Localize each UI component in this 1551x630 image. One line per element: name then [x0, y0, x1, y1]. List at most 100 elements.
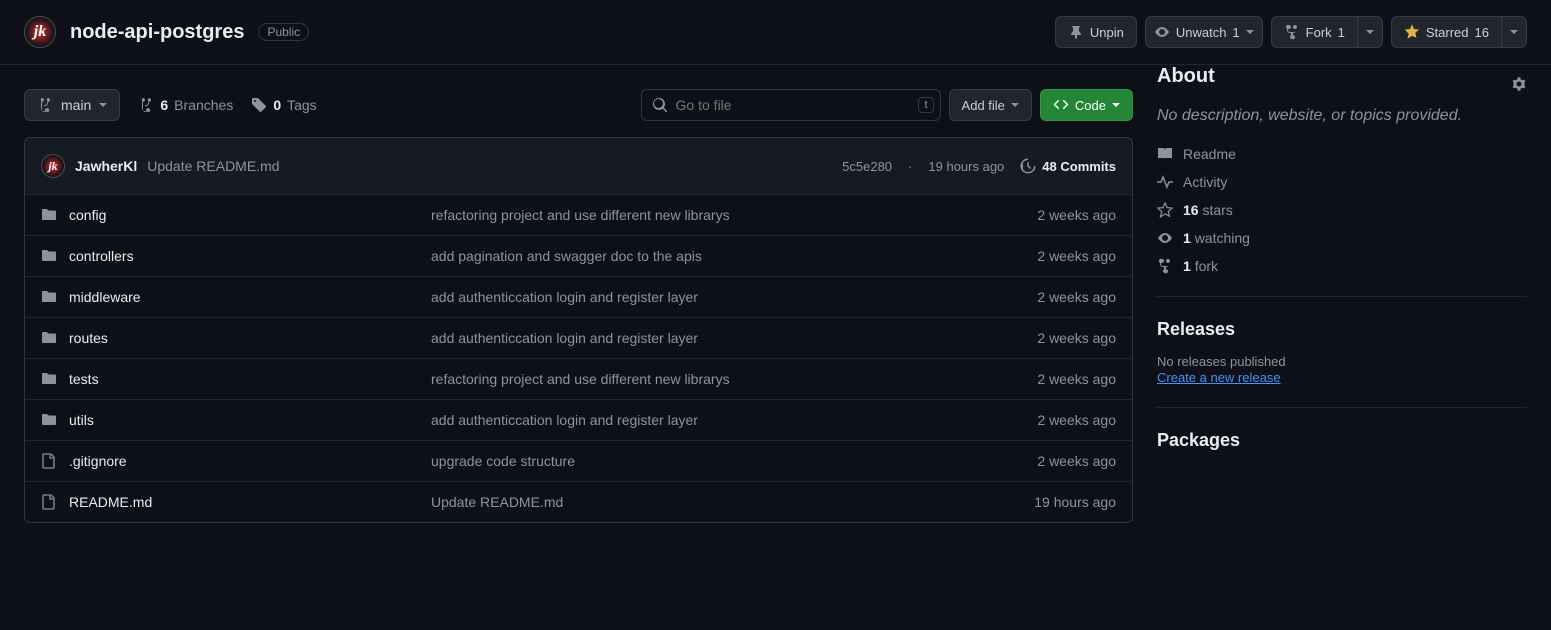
file-row: tests refactoring project and use differe…	[25, 358, 1132, 399]
file-commit-message[interactable]: refactoring project and use different ne…	[431, 371, 730, 387]
file-name-link[interactable]: README.md	[69, 494, 152, 510]
file-commit-message[interactable]: refactoring project and use different ne…	[431, 207, 730, 223]
file-commit-message[interactable]: Update README.md	[431, 494, 563, 510]
create-release-link[interactable]: Create a new release	[1157, 370, 1281, 385]
fork-count: 1	[1338, 25, 1345, 40]
starred-button[interactable]: Starred 16	[1391, 16, 1501, 48]
header-actions: Unpin Unwatch 1 Fork 1 Starred 16	[1055, 16, 1527, 48]
branch-icon	[37, 97, 53, 113]
file-name-link[interactable]: .gitignore	[69, 453, 127, 469]
branch-selector[interactable]: main	[24, 89, 120, 121]
watching-link[interactable]: 1 watching	[1157, 230, 1527, 246]
code-label: Code	[1075, 98, 1106, 113]
chevron-down-icon	[99, 103, 107, 107]
star-dropdown[interactable]	[1501, 16, 1527, 48]
fork-icon	[1284, 24, 1300, 40]
commit-author-link[interactable]: JawherKl	[75, 158, 137, 174]
readme-link[interactable]: Readme	[1157, 146, 1527, 162]
owner-avatar[interactable]: jk	[24, 16, 56, 48]
tags-count: 0	[273, 97, 281, 113]
forks-count: 1	[1183, 258, 1191, 274]
file-row: utils add authenticcation login and regis…	[25, 399, 1132, 440]
file-date: 2 weeks ago	[966, 248, 1116, 264]
toolbar-right: t Add file Code	[641, 89, 1133, 121]
visibility-badge: Public	[258, 23, 309, 41]
file-name-link[interactable]: controllers	[69, 248, 134, 264]
repo-header: jk node-api-postgres Public Unpin Unwatc…	[0, 0, 1551, 65]
forks-label: fork	[1195, 258, 1218, 274]
code-button[interactable]: Code	[1040, 89, 1133, 121]
latest-commit-row: jk JawherKl Update README.md 5c5e280 · 1…	[25, 138, 1132, 194]
unpin-button[interactable]: Unpin	[1055, 16, 1137, 48]
file-name-link[interactable]: config	[69, 207, 106, 223]
chevron-down-icon	[1246, 30, 1254, 34]
file-name-link[interactable]: middleware	[69, 289, 141, 305]
file-date: 2 weeks ago	[966, 207, 1116, 223]
commit-time: 19 hours ago	[928, 159, 1004, 174]
branch-icon	[138, 97, 154, 113]
author-avatar[interactable]: jk	[41, 154, 65, 178]
gear-icon[interactable]	[1511, 77, 1527, 93]
repo-name-link[interactable]: node-api-postgres	[70, 21, 244, 44]
file-commit-message[interactable]: upgrade code structure	[431, 453, 575, 469]
folder-icon	[41, 330, 57, 346]
branches-count: 6	[160, 97, 168, 113]
toolbar-left: main 6 Branches 0 Tags	[24, 89, 317, 121]
history-icon	[1020, 158, 1036, 174]
branch-name: main	[61, 97, 91, 113]
file-name-link[interactable]: tests	[69, 371, 99, 387]
add-file-label: Add file	[962, 98, 1005, 113]
stars-link[interactable]: 16 stars	[1157, 202, 1527, 218]
file-commit-message[interactable]: add authenticcation login and register l…	[431, 330, 698, 346]
code-icon	[1053, 97, 1069, 113]
file-icon	[41, 494, 57, 510]
forks-link[interactable]: 1 fork	[1157, 258, 1527, 274]
branches-link[interactable]: 6 Branches	[138, 97, 233, 113]
starred-label: Starred	[1426, 25, 1469, 40]
file-date: 2 weeks ago	[966, 330, 1116, 346]
activity-link[interactable]: Activity	[1157, 174, 1527, 190]
commit-sha[interactable]: 5c5e280	[842, 159, 892, 174]
tags-link[interactable]: 0 Tags	[251, 97, 316, 113]
file-row: routes add authenticcation login and regi…	[25, 317, 1132, 358]
file-date: 2 weeks ago	[966, 453, 1116, 469]
add-file-button[interactable]: Add file	[949, 89, 1032, 121]
folder-icon	[41, 412, 57, 428]
file-commit-message[interactable]: add pagination and swagger doc to the ap…	[431, 248, 702, 264]
star-button-group: Starred 16	[1391, 16, 1527, 48]
file-commit-message[interactable]: add authenticcation login and register l…	[431, 412, 698, 428]
unpin-label: Unpin	[1090, 25, 1124, 40]
watch-button-group: Unwatch 1	[1145, 16, 1263, 48]
file-date: 19 hours ago	[966, 494, 1116, 510]
about-description: No description, website, or topics provi…	[1157, 104, 1527, 128]
about-title: About	[1157, 65, 1215, 88]
activity-label: Activity	[1183, 174, 1227, 190]
releases-title: Releases	[1157, 319, 1527, 340]
go-to-file-search[interactable]: t	[641, 89, 941, 121]
stars-count: 16	[1183, 202, 1199, 218]
folder-icon	[41, 248, 57, 264]
commits-link[interactable]: 48 Commits	[1020, 158, 1116, 174]
fork-button[interactable]: Fork 1	[1271, 16, 1357, 48]
file-date: 2 weeks ago	[966, 371, 1116, 387]
fork-button-group: Fork 1	[1271, 16, 1383, 48]
file-name-link[interactable]: routes	[69, 330, 108, 346]
sidebar: About No description, website, or topics…	[1157, 65, 1527, 523]
chevron-down-icon	[1510, 30, 1518, 34]
commit-message[interactable]: Update README.md	[147, 158, 279, 174]
fork-icon	[1157, 258, 1173, 274]
search-input[interactable]	[676, 97, 911, 113]
file-icon	[41, 453, 57, 469]
file-row: middleware add authenticcation login and …	[25, 276, 1132, 317]
file-commit-message[interactable]: add authenticcation login and register l…	[431, 289, 698, 305]
chevron-down-icon	[1366, 30, 1374, 34]
folder-icon	[41, 207, 57, 223]
file-row: .gitignore upgrade code structure 2 weeks …	[25, 440, 1132, 481]
unwatch-label: Unwatch	[1176, 25, 1227, 40]
unwatch-button[interactable]: Unwatch 1	[1145, 16, 1263, 48]
file-date: 2 weeks ago	[966, 412, 1116, 428]
file-name-link[interactable]: utils	[69, 412, 94, 428]
repo-title-group: jk node-api-postgres Public	[24, 16, 309, 48]
file-rows: config refactoring project and use differ…	[25, 194, 1132, 522]
fork-dropdown[interactable]	[1357, 16, 1383, 48]
